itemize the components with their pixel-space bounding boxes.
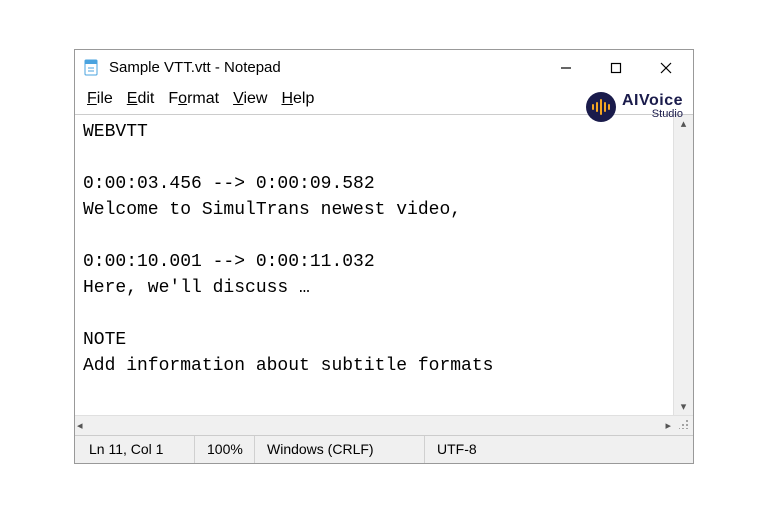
close-button[interactable] (641, 50, 691, 86)
menu-file[interactable]: File (87, 90, 113, 108)
scroll-left-icon[interactable]: ◂ (77, 419, 83, 432)
vertical-scrollbar[interactable]: ▴ ▾ (673, 115, 693, 415)
maximize-button[interactable] (591, 50, 641, 86)
brand-name: AIVoice (622, 93, 683, 109)
notepad-window: Sample VTT.vtt - Notepad File Edit Forma… (74, 49, 694, 464)
status-encoding: UTF-8 (425, 436, 693, 463)
status-zoom: 100% (195, 436, 255, 463)
minimize-button[interactable] (541, 50, 591, 86)
horizontal-scrollbar[interactable]: ◂ ▸ (75, 415, 693, 435)
notepad-icon (83, 59, 101, 77)
editor-area: WEBVTT 0:00:03.456 --> 0:00:09.582 Welco… (75, 114, 693, 415)
menu-help[interactable]: Help (281, 90, 314, 108)
brand-badge: AIVoice Studio (586, 92, 683, 122)
resize-grip-icon[interactable] (671, 419, 691, 431)
titlebar: Sample VTT.vtt - Notepad (75, 50, 693, 86)
brand-text: AIVoice Studio (622, 93, 683, 120)
menu-view[interactable]: View (233, 90, 267, 108)
brand-subtitle: Studio (622, 109, 683, 120)
brand-logo-icon (586, 92, 616, 122)
status-cursor-position: Ln 11, Col 1 (75, 436, 195, 463)
status-line-ending: Windows (CRLF) (255, 436, 425, 463)
scroll-down-icon[interactable]: ▾ (681, 400, 687, 413)
menu-format[interactable]: Format (168, 90, 219, 108)
statusbar: Ln 11, Col 1 100% Windows (CRLF) UTF-8 (75, 435, 693, 463)
menu-edit[interactable]: Edit (127, 90, 155, 108)
window-controls (541, 50, 691, 86)
text-editor[interactable]: WEBVTT 0:00:03.456 --> 0:00:09.582 Welco… (75, 115, 673, 415)
window-title: Sample VTT.vtt - Notepad (109, 59, 541, 76)
